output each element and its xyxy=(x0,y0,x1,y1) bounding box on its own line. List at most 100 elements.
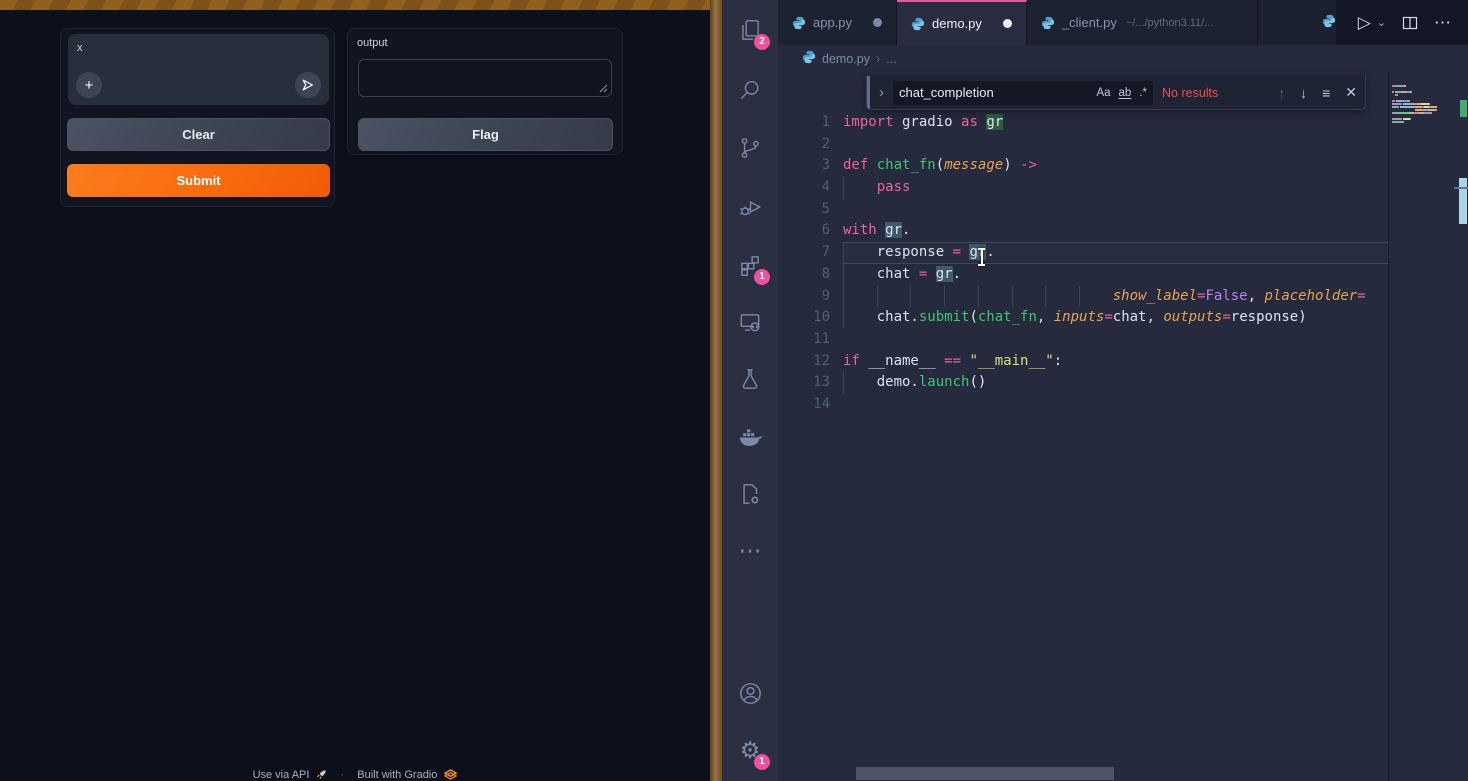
code-line-3[interactable]: 3 def chat_fn(message) -> str: xyxy=(778,155,1388,177)
match-case-button[interactable]: Aa xyxy=(1096,87,1110,99)
multimodal-textbox[interactable]: x + xyxy=(68,34,329,105)
account-icon xyxy=(737,680,764,707)
tab-label: demo.py xyxy=(932,16,982,31)
activity-accounts[interactable] xyxy=(722,669,778,717)
indent-guide xyxy=(843,177,844,199)
activity-run-debug[interactable] xyxy=(722,183,778,231)
footer-separator: · xyxy=(341,769,345,781)
line-number: 10 xyxy=(778,307,830,329)
docker-whale-icon xyxy=(737,424,764,451)
line-content: def chat_fn(message) -> str: xyxy=(843,155,1388,177)
line-number: 7 xyxy=(778,242,830,264)
clear-button[interactable]: Clear xyxy=(67,118,330,151)
file-gear-icon xyxy=(737,481,763,507)
line-content: with gr.Blocks() as demo: xyxy=(843,220,1388,242)
settings-badge: 1 xyxy=(754,754,770,770)
code-line-5[interactable]: 5 xyxy=(778,199,1388,221)
line-number: 13 xyxy=(778,372,830,394)
split-editor-icon[interactable] xyxy=(1402,15,1418,31)
minimap-slider-edge xyxy=(1454,187,1468,189)
indent-guide xyxy=(910,286,911,308)
chevron-right-icon: › xyxy=(876,51,880,66)
minimap-content xyxy=(1389,72,1458,115)
activity-explorer[interactable]: 2 xyxy=(722,6,778,54)
find-in-selection-button[interactable]: ≡ xyxy=(1322,85,1330,101)
code-line-9[interactable]: 9 show_label=False, placeholder= xyxy=(778,286,1388,308)
submit-button[interactable]: Submit xyxy=(67,164,330,197)
flag-button[interactable]: Flag xyxy=(358,118,613,151)
output-textbox[interactable] xyxy=(358,59,612,97)
python-icon xyxy=(1041,16,1055,30)
find-widget-sash[interactable] xyxy=(867,76,870,109)
line-content: if __name__ == "__main__": xyxy=(843,351,1388,373)
line-content: response = gr.Textbox(lines=5, label="Re… xyxy=(843,242,1388,264)
code-line-6[interactable]: 6with gr.Blocks() as demo: xyxy=(778,220,1388,242)
overview-mark-selection xyxy=(1460,100,1467,117)
activity-docker[interactable] xyxy=(722,413,778,461)
whole-word-button[interactable]: ab xyxy=(1119,87,1132,99)
find-widget: › Aa ab .* No results ↑ ↓ ≡ ✕ xyxy=(866,76,1366,110)
find-input[interactable] xyxy=(899,85,1088,100)
code-line-10[interactable]: 10 chat.submit(chat_fn, inputs=chat, out… xyxy=(778,307,1388,329)
modified-dot[interactable] xyxy=(873,18,882,27)
indent-guide xyxy=(877,286,878,308)
code-line-1[interactable]: 1import gradio as gr xyxy=(778,112,1388,134)
tab-_client.py[interactable]: _client.py~/.../python3.11/... xyxy=(1027,0,1258,45)
indent-guide xyxy=(843,372,844,394)
breadcrumb-symbol[interactable]: ... xyxy=(886,52,896,66)
send-button[interactable] xyxy=(295,72,321,98)
vscode-window: 2 1 xyxy=(722,0,1468,781)
previous-match-button[interactable]: ↑ xyxy=(1278,85,1285,101)
breadcrumb-file[interactable]: demo.py xyxy=(822,52,870,66)
input-card: x + Clear Submit xyxy=(60,28,335,207)
code-line-12[interactable]: 12 if __name__ == "__main__": xyxy=(778,351,1388,373)
close-find-button[interactable]: ✕ xyxy=(1345,84,1357,101)
code-line-13[interactable]: 13 demo.launch() xyxy=(778,372,1388,394)
use-via-api-link[interactable]: Use via API xyxy=(253,769,310,781)
activity-remote-explorer[interactable] xyxy=(722,298,778,346)
built-with-gradio-link[interactable]: Built with Gradio xyxy=(357,769,437,781)
code-line-14[interactable]: 14 xyxy=(778,394,1388,416)
rocket-icon xyxy=(316,769,327,780)
run-python-file-button[interactable]: ▷ xyxy=(1358,13,1371,33)
activity-settings[interactable]: ⚙ 1 xyxy=(722,726,778,774)
python-icon xyxy=(792,16,806,30)
tab-demo.py[interactable]: demo.py xyxy=(897,0,1027,45)
overview-ruler[interactable] xyxy=(1458,72,1468,781)
activity-extensions[interactable]: 1 xyxy=(722,241,778,289)
indent-guide xyxy=(843,243,844,263)
modified-dot[interactable] xyxy=(1003,19,1012,28)
gradio-footer: Use via API · Built with Gradio xyxy=(0,769,710,781)
overview-mark-highlight xyxy=(1459,178,1467,224)
line-content: show_label=False, placeholder= xyxy=(843,286,1388,308)
horizontal-scrollbar[interactable] xyxy=(856,767,1114,780)
activity-testing[interactable] xyxy=(722,355,778,403)
more-actions-icon[interactable]: ⋯ xyxy=(1434,13,1452,33)
python-icon xyxy=(802,50,816,67)
attach-file-button[interactable]: + xyxy=(76,72,102,98)
resize-handle-icon[interactable] xyxy=(599,84,608,93)
toggle-replace-button[interactable]: › xyxy=(879,84,884,101)
next-match-button[interactable]: ↓ xyxy=(1300,85,1307,101)
indent-guide xyxy=(1045,286,1046,308)
tab-app.py[interactable]: app.py xyxy=(778,0,897,45)
extensions-badge: 1 xyxy=(754,269,770,285)
code-line-11[interactable]: 11 xyxy=(778,329,1388,351)
code-line-4[interactable]: 4 pass xyxy=(778,177,1388,199)
line-number: 2 xyxy=(778,134,830,156)
code-editor[interactable]: › Aa ab .* No results ↑ ↓ ≡ ✕ 1 xyxy=(778,72,1468,781)
code-line-8[interactable]: 8 chat = gr.MultimodalTextbox(file_types… xyxy=(778,264,1388,286)
code-line-7[interactable]: 7 response = gr.Textbox(lines=5, label="… xyxy=(778,242,1388,264)
code-line-2[interactable]: 2 xyxy=(778,134,1388,156)
line-number: 4 xyxy=(778,177,830,199)
regex-button[interactable]: .* xyxy=(1139,87,1147,99)
activity-source-control[interactable] xyxy=(722,124,778,172)
minimap[interactable] xyxy=(1388,72,1458,781)
line-number: 12 xyxy=(778,351,830,373)
activity-tasks[interactable] xyxy=(722,470,778,518)
activity-search[interactable] xyxy=(722,66,778,114)
run-dropdown-icon[interactable]: ⌄ xyxy=(1377,16,1386,29)
line-number: 3 xyxy=(778,155,830,177)
indent-guide xyxy=(978,286,979,308)
activity-more-views[interactable]: ⋯ xyxy=(722,526,778,574)
